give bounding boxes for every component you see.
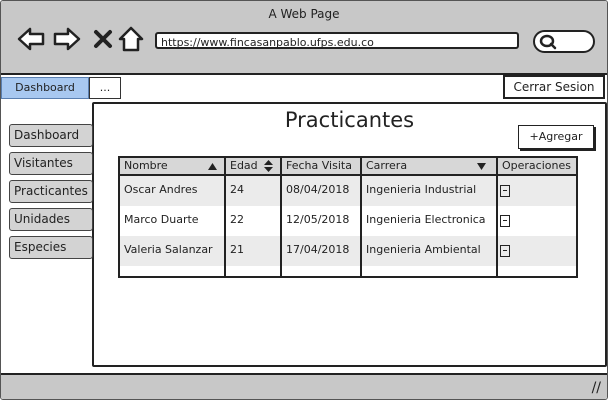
sort-asc-icon (208, 163, 217, 170)
close-x-icon[interactable] (89, 25, 117, 53)
column-header-carrera[interactable]: Carrera (362, 158, 496, 174)
window-title: A Web Page (268, 7, 340, 21)
column-header-operaciones: Operaciones (502, 159, 571, 172)
cell-nombre: Marco Duarte (124, 213, 199, 226)
browser-chrome: A Web Page https://www.fincasanpablo.ufp… (1, 1, 607, 75)
logout-button[interactable]: Cerrar Sesion (503, 75, 605, 99)
cell-edad: 21 (230, 243, 244, 256)
search-box[interactable] (533, 30, 595, 53)
tab-more[interactable]: ... (89, 77, 121, 99)
column-divider (360, 158, 362, 276)
column-divider (224, 158, 226, 276)
search-icon (539, 34, 557, 50)
cell-fecha-visita: 12/05/2018 (286, 213, 350, 226)
column-header-edad[interactable]: Edad (226, 158, 280, 174)
status-bar: // (1, 373, 607, 399)
resize-grip-icon[interactable]: // (592, 380, 601, 396)
cell-fecha-visita: 08/04/2018 (286, 183, 350, 196)
cell-carrera: Ingenieria Ambiental (366, 243, 481, 256)
cell-carrera: Ingenieria Industrial (366, 183, 477, 196)
sort-both-icon (264, 160, 273, 172)
column-divider (496, 158, 498, 276)
cell-edad: 24 (230, 183, 244, 196)
sidebar-item-practicantes[interactable]: Practicantes (9, 180, 93, 203)
column-header-nombre[interactable]: Nombre (120, 158, 224, 174)
address-bar[interactable]: https://www.fincasanpablo.ufps.edu.co (155, 32, 519, 49)
delete-icon[interactable] (500, 215, 510, 227)
sidebar-item-dashboard[interactable]: Dashboard (9, 124, 93, 147)
table-row[interactable]: Marco Duarte 22 12/05/2018 Ingenieria El… (120, 206, 576, 236)
table-header: Nombre Edad Fecha Visita Carrera Operaci… (120, 158, 576, 176)
cell-edad: 22 (230, 213, 244, 226)
add-button[interactable]: +Agregar (518, 125, 594, 149)
delete-icon[interactable] (500, 245, 510, 257)
sidebar-item-especies[interactable]: Especies (9, 236, 93, 259)
forward-arrow-icon[interactable] (53, 25, 81, 53)
home-icon[interactable] (117, 25, 145, 53)
cell-fecha-visita: 17/04/2018 (286, 243, 350, 256)
cell-carrera: Ingenieria Electronica (366, 213, 486, 226)
cell-nombre: Oscar Andres (124, 183, 198, 196)
table-row[interactable]: Oscar Andres 24 08/04/2018 Ingenieria In… (120, 176, 576, 206)
dropdown-arrow-icon (477, 163, 486, 170)
sidebar-item-visitantes[interactable]: Visitantes (9, 152, 93, 175)
column-divider (280, 158, 282, 276)
practicantes-table: Nombre Edad Fecha Visita Carrera Operaci… (118, 156, 578, 278)
column-header-fecha-visita[interactable]: Fecha Visita (282, 158, 360, 174)
browser-window: A Web Page https://www.fincasanpablo.ufp… (0, 0, 608, 400)
back-arrow-icon[interactable] (17, 25, 45, 53)
cell-nombre: Valeria Salanzar (124, 243, 213, 256)
delete-icon[interactable] (500, 185, 510, 197)
sidebar-item-unidades[interactable]: Unidades (9, 208, 93, 231)
tab-dashboard[interactable]: Dashboard (1, 77, 89, 99)
table-row[interactable]: Valeria Salanzar 21 17/04/2018 Ingenieri… (120, 236, 576, 266)
